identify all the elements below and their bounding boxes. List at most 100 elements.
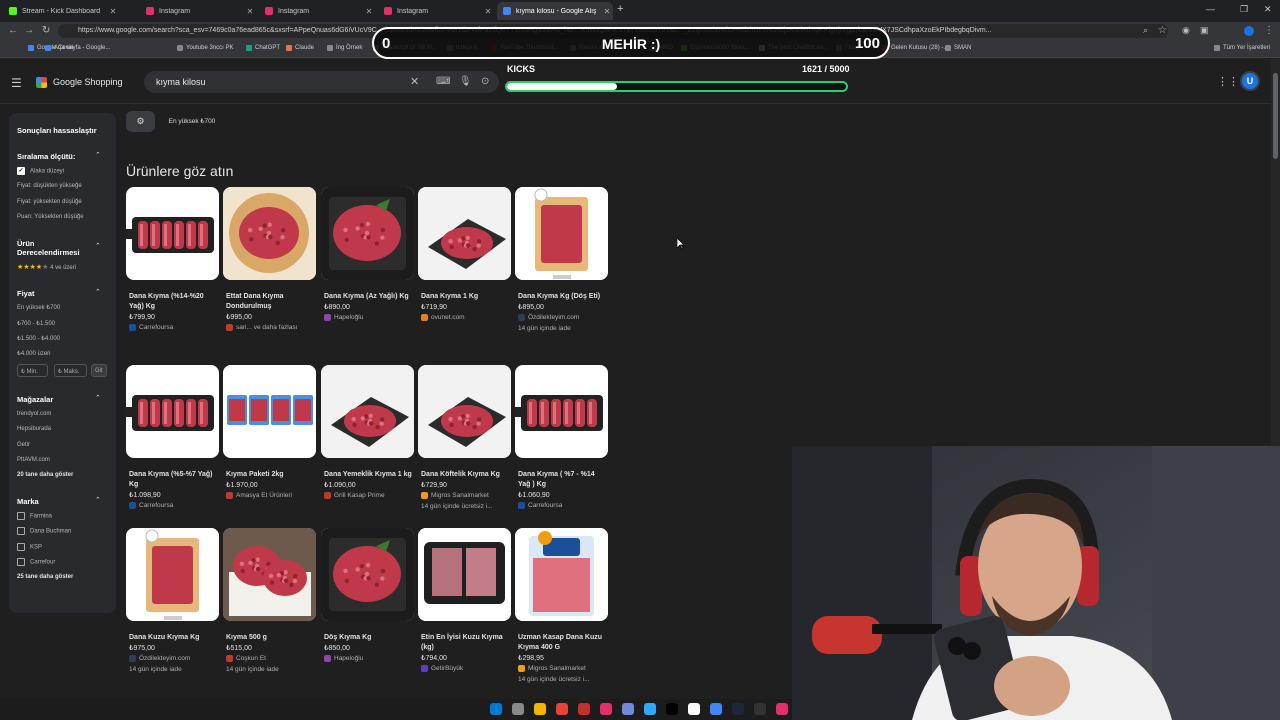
browser-tab[interactable]: Instagram ✕	[378, 2, 494, 20]
bookmark-item[interactable]: SMAN	[945, 45, 971, 51]
product-image[interactable]	[418, 187, 511, 280]
product-name[interactable]: Dana Kıyma Kg (Döş Eti)	[518, 292, 608, 302]
sort-option-relevance[interactable]: ✓ Alaka düzeyi	[17, 167, 64, 175]
product-name[interactable]: Dana Kıyma (Az Yağlı) Kg	[324, 292, 414, 302]
browser-tab[interactable]: kıyma kilosu - Google Alışveriş ✕	[497, 2, 613, 20]
back-icon[interactable]: ←	[8, 25, 18, 36]
bookmark-item[interactable]: Tüm Yer İşaretleri	[1214, 45, 1270, 51]
maximize-icon[interactable]: ❐	[1240, 4, 1248, 15]
sort-option[interactable]: Puan: Yüksekten düşüğe	[17, 214, 84, 220]
price-option[interactable]: ₺1.500 - ₺4.000	[17, 335, 60, 342]
new-tab-button[interactable]: +	[617, 3, 623, 15]
brand-option[interactable]: Dana Buchman	[17, 527, 71, 535]
browser-tab[interactable]: Instagram ✕	[259, 2, 375, 20]
checkbox-checked-icon[interactable]: ✓	[17, 167, 25, 175]
checkbox-icon[interactable]	[17, 543, 25, 551]
product-card[interactable]: Dana Kıyma (%5-%7 Yağ) Kg ₺1.098,90 Carref…	[126, 365, 219, 509]
price-option[interactable]: En yüksek ₺700	[17, 304, 60, 311]
close-tab-icon[interactable]: ✕	[601, 7, 613, 16]
product-image[interactable]	[223, 187, 316, 280]
product-store[interactable]: Özdilekteyim.com	[129, 655, 219, 662]
max-price-field[interactable]: ₺ Maks.	[54, 364, 87, 377]
chevron-up-icon[interactable]: ⌃	[95, 394, 101, 402]
sort-heading[interactable]: Sıralama ölçütü:	[17, 152, 75, 161]
keyboard-icon[interactable]: ⌨	[436, 76, 450, 87]
zoom-icon[interactable]: ⌕	[1143, 25, 1148, 36]
chevron-up-icon[interactable]: ⌃	[95, 151, 101, 159]
product-store[interactable]: Carrefoursa	[129, 324, 219, 331]
product-store[interactable]: Grill Kasap Prime	[324, 492, 414, 499]
product-image[interactable]	[515, 365, 608, 458]
product-store[interactable]: Hapeloğlu	[324, 655, 414, 662]
lens-icon[interactable]: ⊙	[481, 76, 489, 87]
stores-heading[interactable]: Mağazalar	[17, 395, 53, 404]
clear-search-icon[interactable]: ✕	[410, 75, 419, 88]
product-image[interactable]	[321, 187, 414, 280]
taskbar-app-icon[interactable]	[556, 703, 568, 715]
close-tab-icon[interactable]: ✕	[482, 7, 494, 16]
product-name[interactable]: Dana Kıyma ( %7 - %14 Yağ ) Kg	[518, 470, 608, 490]
browser-tab[interactable]: Instagram ✕	[140, 2, 256, 20]
rating-heading-2[interactable]: Derecelendirmesi	[17, 248, 80, 257]
taskbar-app-icon[interactable]	[578, 703, 590, 715]
rating-option[interactable]: ★★★★★ 4 ve üzeri	[17, 263, 76, 271]
product-image[interactable]	[321, 528, 414, 621]
rating-heading[interactable]: Ürün	[17, 239, 35, 248]
product-image[interactable]	[126, 365, 219, 458]
chevron-up-icon[interactable]: ⌃	[95, 288, 101, 296]
taskbar-app-icon[interactable]	[732, 703, 744, 715]
taskbar-app-icon[interactable]	[666, 703, 678, 715]
close-window-icon[interactable]: ✕	[1264, 4, 1272, 15]
product-card[interactable]: Dana Kıyma 1 Kg ₺719,90 ovunet.com	[418, 187, 511, 321]
product-card[interactable]: Dana Kıyma (Az Yağlı) Kg ₺890,00 Hapeloğlu	[321, 187, 414, 321]
product-card[interactable]: Kıyma Paketi 2kg ₺1.970,00 Amasya Et Ürünl…	[223, 365, 316, 499]
taskbar-app-icon[interactable]	[710, 703, 722, 715]
taskbar-app-icon[interactable]	[688, 703, 700, 715]
product-name[interactable]: Ettat Dana Kıyma Dondurulmuş	[226, 292, 316, 312]
product-name[interactable]: Dana Kıyma (%5-%7 Yağ) Kg	[129, 470, 219, 490]
store-option[interactable]: PttAVM.com	[17, 457, 50, 463]
bookmark-item[interactable]: Gelen Kutusu (28) -...	[882, 45, 948, 51]
reload-icon[interactable]: ↻	[42, 25, 50, 36]
product-card[interactable]: Dana Yemeklik Kıyma 1 kg ₺1.090,00 Grill K…	[321, 365, 414, 499]
microphone-icon[interactable]: 🎙	[459, 76, 472, 87]
stores-show-more[interactable]: 20 tane daha göster	[17, 472, 73, 478]
product-store[interactable]: Özdilekteyim.com	[518, 314, 608, 321]
product-store[interactable]: Amasya Et Ürünleri	[226, 492, 316, 499]
product-store[interactable]: Carrefoursa	[129, 502, 219, 509]
product-name[interactable]: Dana Kuzu Kıyma Kg	[129, 633, 219, 643]
product-name[interactable]: Kıyma 500 g	[226, 633, 316, 643]
checkbox-icon[interactable]	[17, 558, 25, 566]
close-tab-icon[interactable]: ✕	[107, 7, 119, 16]
store-option[interactable]: Getir	[17, 442, 30, 448]
product-name[interactable]: Döş Kıyma Kg	[324, 633, 414, 643]
product-image[interactable]	[418, 365, 511, 458]
product-image[interactable]	[126, 187, 219, 280]
product-store[interactable]: Migros Sanalmarket	[421, 492, 511, 499]
google-shopping-logo[interactable]	[36, 77, 47, 88]
taskbar-app-icon[interactable]	[754, 703, 766, 715]
product-card[interactable]: Dana Kıyma (%14-%20 Yağ) Kg ₺799,90 Carref…	[126, 187, 219, 331]
price-option[interactable]: ₺700 - ₺1.500	[17, 320, 55, 327]
bookmark-item[interactable]: Youtube 3nccı PK	[177, 45, 233, 51]
taskbar-app-icon[interactable]	[512, 703, 524, 715]
product-store[interactable]: Coşkun Et	[226, 655, 316, 662]
product-name[interactable]: Uzman Kasap Dana Kuzu Kıyma 400 G	[518, 633, 608, 653]
product-image[interactable]	[126, 528, 219, 621]
price-option[interactable]: ₺4.000 üzeri	[17, 350, 51, 357]
product-name[interactable]: Kıyma Paketi 2kg	[226, 470, 316, 480]
taskbar-app-icon[interactable]	[622, 703, 634, 715]
taskbar-app-icon[interactable]	[776, 703, 788, 715]
product-store[interactable]: Migros Sanalmarket	[518, 665, 608, 672]
brand-show-more[interactable]: 25 tane daha göster	[17, 574, 73, 580]
product-name[interactable]: Etin En İyisi Kuzu Kıyma (kg)	[421, 633, 511, 653]
scrollbar-thumb[interactable]	[1273, 73, 1278, 159]
hamburger-menu-icon[interactable]: ☰	[11, 76, 22, 90]
store-option[interactable]: trendyol.com	[17, 411, 51, 417]
product-store[interactable]: Carrefoursa	[518, 502, 608, 509]
bookmark-item[interactable]: Claude	[286, 45, 314, 51]
brand-option[interactable]: KSP	[17, 543, 42, 551]
search-box[interactable]: kıyma kilosu ✕ ⌨ 🎙 ⊙	[144, 71, 499, 93]
forward-icon[interactable]: →	[24, 25, 34, 36]
puzzle-icon[interactable]: ▣	[1200, 25, 1209, 36]
